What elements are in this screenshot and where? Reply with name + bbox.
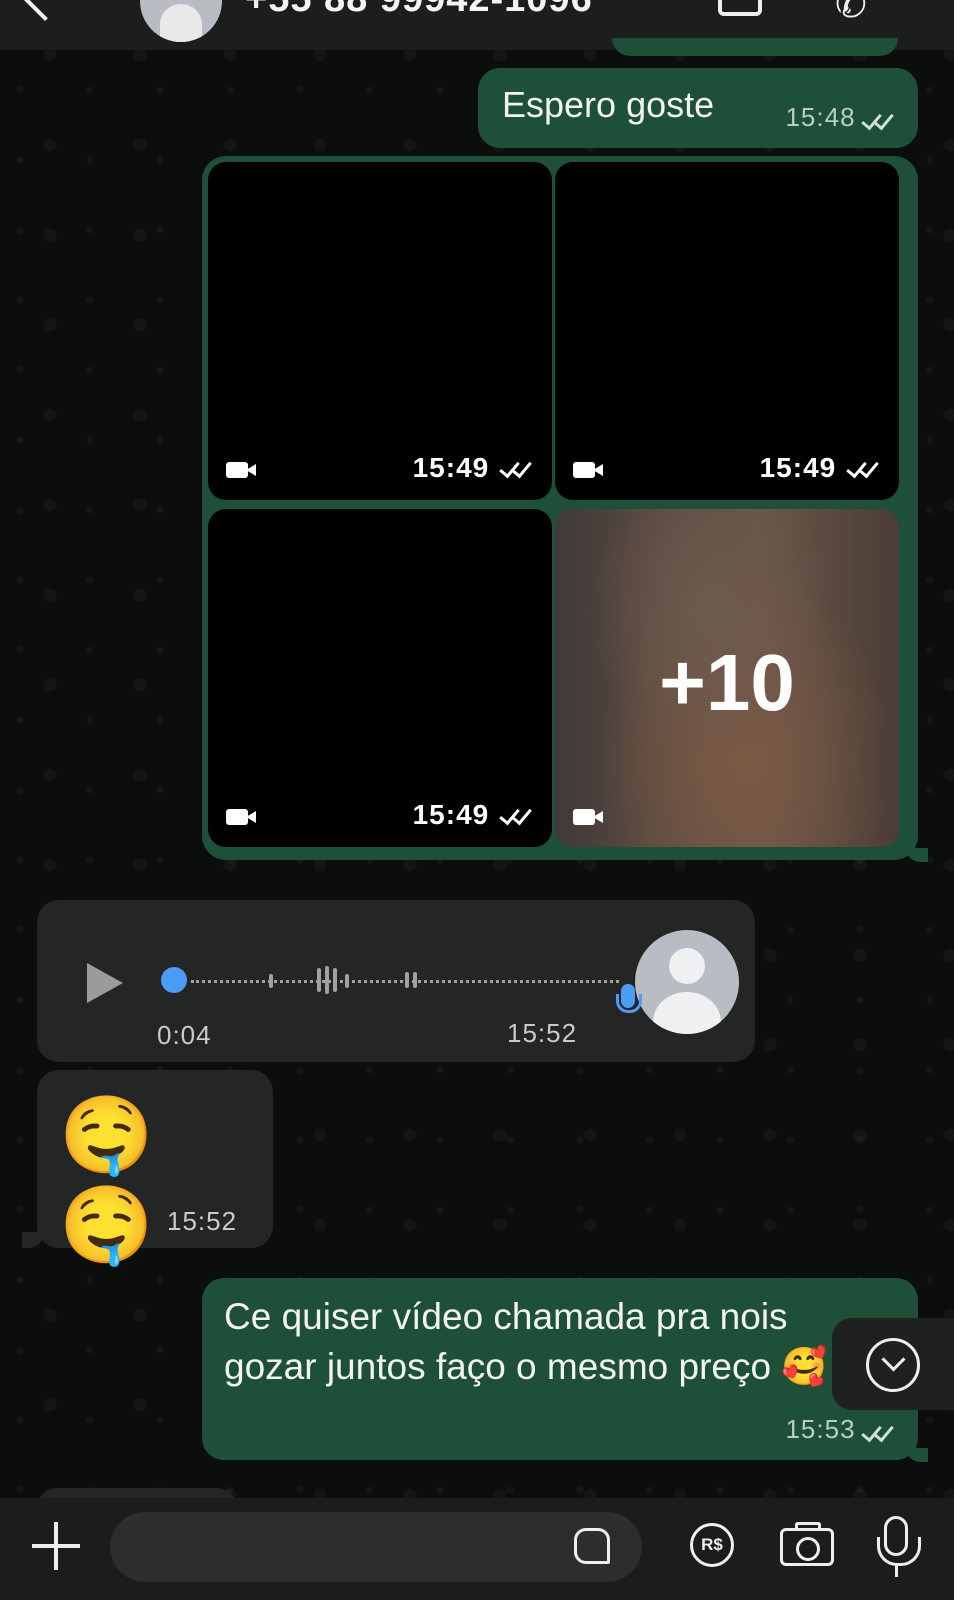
media-time: 15:49 [413, 799, 534, 831]
outgoing-message[interactable]: Ce quiser vídeo chamada pra nois gozar j… [202, 1278, 918, 1460]
more-media-count: +10 [659, 638, 795, 727]
payment-icon[interactable]: R$ [690, 1523, 734, 1567]
message-text: 🤤🤤 [59, 1093, 168, 1268]
plus-icon[interactable] [32, 1522, 80, 1570]
waveform-bar [345, 974, 349, 988]
back-arrow-icon[interactable] [20, 0, 70, 22]
waveform-bar [317, 968, 321, 992]
waveform-bar [413, 972, 417, 988]
microphone-icon[interactable] [877, 1516, 921, 1577]
voice-message: 0:04 15:52 [37, 900, 755, 1062]
media-time: 15:49 [413, 452, 534, 484]
audio-waveform[interactable] [161, 966, 619, 994]
video-camera-icon [226, 462, 256, 478]
waveform-bar [325, 966, 329, 994]
sticker-icon[interactable] [574, 1528, 610, 1564]
read-receipt-icon [498, 459, 534, 481]
video-camera-icon [226, 809, 256, 825]
camera-icon[interactable] [780, 1522, 834, 1566]
microphone-icon [616, 984, 642, 1013]
video-thumbnail[interactable]: 15:49 [208, 509, 552, 847]
media-time: 15:49 [760, 452, 881, 484]
message-time: 15:53 [785, 1414, 856, 1444]
message-time: 15:52 [507, 1018, 578, 1048]
more-media-thumbnail[interactable]: +10 [555, 509, 899, 847]
media-album: 15:49 15:49 15:49 +10 [202, 156, 918, 860]
voice-duration: 0:04 [157, 1020, 212, 1050]
video-call-icon[interactable] [718, 0, 762, 16]
video-thumbnail[interactable]: 15:49 [208, 162, 552, 500]
read-receipt-icon [845, 459, 881, 481]
waveform-bar [405, 972, 409, 988]
playback-position-dot[interactable] [161, 967, 187, 993]
waveform-bar [333, 968, 337, 992]
phone-call-icon[interactable]: ✆ [835, 0, 867, 27]
incoming-message[interactable]: 🤤🤤 15:52 [37, 1070, 273, 1268]
scroll-to-bottom-button[interactable] [832, 1318, 954, 1410]
message-meta: 15:53 [785, 1414, 896, 1445]
message-input[interactable] [110, 1512, 642, 1582]
read-receipt-icon [860, 1423, 896, 1445]
video-camera-icon [573, 462, 603, 478]
read-receipt-icon [498, 806, 534, 828]
composer-bar: R$ [0, 1498, 954, 1600]
chevron-down-icon [866, 1338, 920, 1392]
sender-avatar [635, 930, 739, 1034]
message-text: Espero goste [502, 84, 715, 125]
message-meta: 15:48 [785, 102, 896, 133]
contact-name[interactable]: +55 88 99942-1096 [245, 0, 593, 21]
message-text: Ce quiser vídeo chamada pra nois gozar j… [224, 1296, 828, 1387]
play-icon[interactable] [87, 963, 123, 1003]
message-time: 15:52 [167, 1206, 238, 1236]
video-thumbnail[interactable]: 15:49 [555, 162, 899, 500]
outgoing-message[interactable]: Espero goste 15:48 [478, 68, 918, 148]
video-camera-icon [573, 809, 603, 825]
previous-message-edge [612, 38, 898, 56]
waveform-bar [269, 974, 273, 988]
message-time: 15:48 [785, 102, 856, 132]
contact-avatar[interactable] [140, 0, 222, 42]
read-receipt-icon [860, 111, 896, 133]
